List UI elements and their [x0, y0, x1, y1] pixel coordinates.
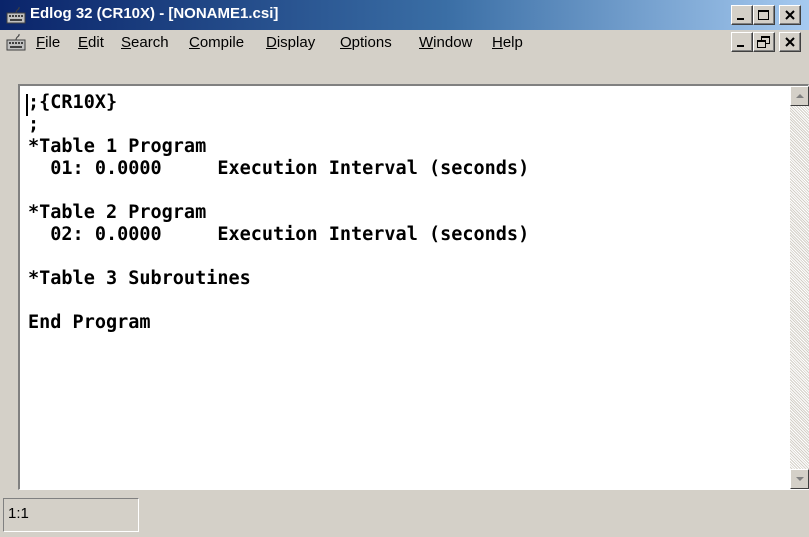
code-line: *Table 1 Program [28, 136, 207, 157]
code-line: *Table 3 Subroutines [28, 268, 251, 289]
minimize-icon [737, 18, 744, 20]
app-window: Edlog 32 (CR10X) - [NONAME1.csi] File Ed… [0, 0, 809, 537]
keyboard-icon[interactable] [6, 33, 26, 51]
menu-help[interactable]: Help [492, 34, 523, 51]
child-restore-button[interactable] [753, 32, 775, 52]
menu-display[interactable]: Display [266, 34, 315, 51]
menu-bar: File Edit Search Compile Display Options… [0, 30, 809, 56]
scroll-up-button[interactable] [790, 86, 809, 106]
menu-options[interactable]: Options [340, 34, 392, 51]
close-button[interactable] [779, 5, 801, 25]
menu-edit[interactable]: Edit [78, 34, 104, 51]
close-icon [785, 37, 795, 47]
menu-window[interactable]: Window [419, 34, 472, 51]
code-line: 01: 0.0000 Execution Interval (seconds) [28, 158, 530, 179]
keyboard-icon [6, 6, 26, 24]
code-line: ; [28, 114, 40, 135]
child-minimize-button[interactable] [731, 32, 753, 52]
vertical-scrollbar[interactable] [790, 86, 809, 489]
title-bar[interactable]: Edlog 32 (CR10X) - [NONAME1.csi] [0, 0, 809, 30]
code-editor[interactable]: ;{CR10X} ; *Table 1 Program 01: 0.0000 E… [20, 86, 790, 489]
status-bar: 1:1 [0, 494, 809, 537]
code-line: ;{CR10X} [28, 92, 118, 113]
scroll-down-button[interactable] [790, 469, 809, 489]
menu-compile[interactable]: Compile [189, 34, 244, 51]
code-line: *Table 2 Program [28, 202, 207, 223]
menu-file[interactable]: File [36, 34, 60, 51]
window-title: Edlog 32 (CR10X) - [NONAME1.csi] [30, 5, 279, 22]
maximize-button[interactable] [753, 5, 775, 25]
restore-icon [757, 36, 770, 48]
menu-search[interactable]: Search [121, 34, 169, 51]
minimize-button[interactable] [731, 5, 753, 25]
code-line: 02: 0.0000 Execution Interval (seconds) [28, 224, 530, 245]
code-line: End Program [28, 312, 151, 333]
maximize-icon [758, 10, 769, 20]
arrow-down-icon [796, 477, 804, 481]
arrow-up-icon [796, 94, 804, 98]
child-close-button[interactable] [779, 32, 801, 52]
cursor-position: 1:1 [3, 498, 139, 532]
minimize-icon [737, 45, 744, 47]
close-icon [785, 10, 795, 20]
